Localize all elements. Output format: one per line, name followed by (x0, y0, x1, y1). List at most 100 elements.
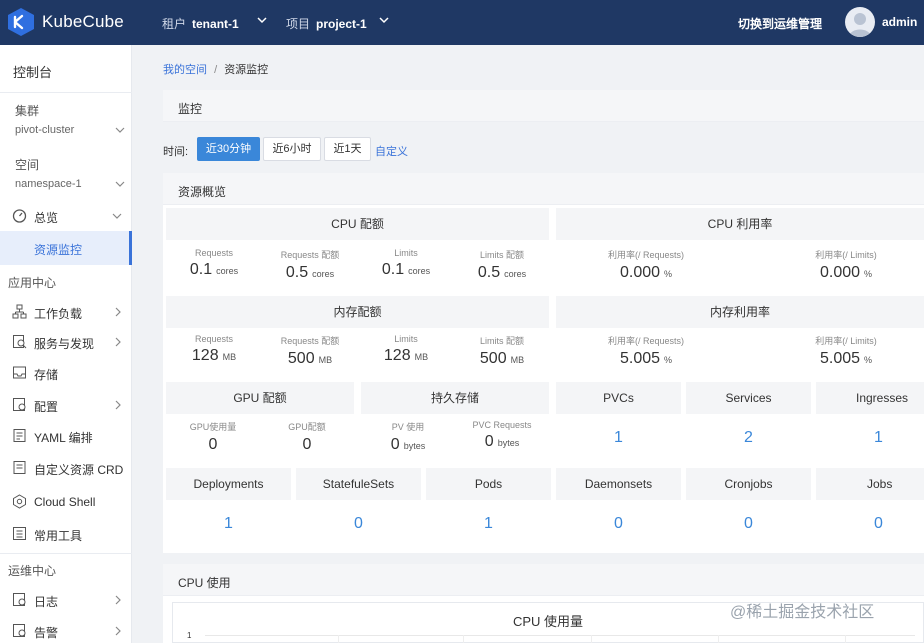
cpu-usage-card: CPU 利用率 利用率(/ Requests) 0.000% 利用率(/ Limi… (556, 208, 924, 293)
card-title: CPU 配额 (331, 217, 384, 231)
stat-cpu-limits-quota: Limits 配额 0.5 cores (477, 250, 527, 281)
sidebar-item-yaml[interactable]: YAML 编排 (0, 423, 132, 449)
storage-icon (13, 366, 26, 379)
chevron-right-icon (115, 626, 121, 636)
sidebar-item-label: YAML 编排 (34, 431, 93, 445)
breadcrumb-home-link[interactable]: 我的空间 (163, 64, 207, 76)
sidebar-item-cloud-shell[interactable]: Cloud Shell (0, 489, 132, 515)
sidebar-item-overview[interactable]: 总览 (0, 203, 132, 229)
chevron-down-icon[interactable] (115, 125, 125, 135)
card-title: Deployments (193, 477, 264, 491)
card-title: Jobs (867, 477, 893, 491)
stat-cpu-requests: Requests 0.1 cores (189, 248, 239, 278)
cronjobs-count-card[interactable]: Cronjobs 0 (686, 468, 811, 548)
sidebar: 控制台 集群 pivot-cluster 空间 namespace-1 总览 资… (0, 45, 132, 643)
service-discovery-icon (13, 335, 27, 349)
chevron-right-icon (115, 400, 121, 410)
cluster-select[interactable]: pivot-cluster (15, 124, 74, 136)
time-option-1d[interactable]: 近1天 (324, 137, 371, 161)
ingresses-count-card[interactable]: Ingresses 1 (816, 382, 924, 462)
card-title: Pods (474, 477, 503, 491)
sidebar-item-storage[interactable]: 存储 (0, 360, 132, 386)
project-label: 项目 (286, 17, 311, 31)
breadcrumb-current: 资源监控 (224, 64, 269, 76)
chevron-down-icon[interactable] (115, 179, 125, 189)
card-title: GPU 配额 (233, 391, 287, 405)
namespace-label: 空间 (15, 158, 40, 172)
divider (0, 553, 132, 554)
sidebar-item-label: 工作负载 (34, 307, 83, 321)
chevron-down-icon[interactable] (378, 13, 390, 27)
alert-icon (13, 624, 26, 637)
tenant-selector[interactable]: 租户 tenant-1 (162, 15, 239, 32)
time-option-custom[interactable]: 自定义 (375, 143, 408, 159)
namespace-select[interactable]: namespace-1 (15, 178, 82, 190)
chevron-right-icon (115, 337, 121, 347)
daemonsets-count-card[interactable]: Daemonsets 0 (556, 468, 681, 548)
sidebar-item-alerts[interactable]: 告警 (0, 618, 132, 643)
stat-mem-usage-limits: 利用率(/ Limits) 5.005% (815, 336, 877, 367)
sidebar-item-label: 自定义资源 CRD (34, 463, 124, 477)
jobs-count-card[interactable]: Jobs 0 (816, 468, 924, 548)
chevron-right-icon (115, 307, 121, 317)
time-option-6h[interactable]: 近6小时 (263, 137, 321, 161)
count-value: 1 (614, 429, 623, 446)
deployments-count-card[interactable]: Deployments 1 (166, 468, 291, 548)
sidebar-item-label: 总览 (34, 211, 59, 225)
sidebar-item-services[interactable]: 服务与发现 (0, 329, 132, 355)
count-value: 2 (744, 429, 753, 446)
count-value: 1 (874, 429, 883, 446)
avatar[interactable] (845, 7, 875, 37)
time-range-selector: 时间: 近30分钟 近6小时 近1天 自定义 (163, 137, 924, 161)
cpu-quota-card: CPU 配额 Requests 0.1 cores Requests 配额 0.5 co… (166, 208, 549, 293)
console-title: 控制台 (13, 65, 53, 80)
tenant-label: 租户 (162, 17, 187, 31)
sidebar-item-label: 告警 (34, 626, 59, 640)
sidebar-item-tools[interactable]: 常用工具 (0, 521, 132, 547)
persistent-storage-card: 持久存储 PV 使用 0 bytes PVC Requests 0 bytes (361, 382, 549, 462)
brand-name[interactable]: KubeCube (42, 12, 124, 32)
sidebar-item-crd[interactable]: 自定义资源 CRD (0, 455, 132, 481)
sidebar-item-label: 服务与发现 (34, 337, 95, 351)
stat-pvc-requests: PVC Requests 0 bytes (472, 420, 532, 450)
project-selector[interactable]: 项目 project-1 (286, 15, 367, 32)
card-title: Ingresses (856, 391, 909, 405)
stat-cpu-limits: Limits 0.1 cores (381, 248, 431, 278)
card-title: Daemonsets (584, 477, 653, 491)
pvcs-count-card[interactable]: PVCs 1 (556, 382, 681, 462)
stat-cpu-usage-limits: 利用率(/ Limits) 0.000% (815, 250, 877, 281)
statefulsets-count-card[interactable]: StatefuleSets 0 (296, 468, 421, 548)
username[interactable]: admin (882, 15, 917, 29)
stat-mem-usage-requests: 利用率(/ Requests) 5.005% (607, 336, 685, 367)
stat-mem-requests: Requests 128 MB (191, 334, 237, 364)
stat-cpu-usage-requests: 利用率(/ Requests) 0.000% (607, 250, 685, 281)
count-value: 1 (484, 515, 493, 532)
time-option-30min[interactable]: 近30分钟 (197, 137, 260, 161)
card-title: PVCs (603, 391, 634, 405)
stat-cpu-requests-quota: Requests 配额 0.5 cores (280, 250, 340, 281)
chart-gridline (591, 635, 592, 643)
count-value: 0 (874, 515, 883, 532)
shell-hexagon-icon (13, 494, 26, 509)
services-count-card[interactable]: Services 2 (686, 382, 811, 462)
kubecube-logo-icon[interactable] (6, 7, 36, 37)
sidebar-item-resource-monitor[interactable]: 资源监控 (0, 231, 132, 265)
gpu-quota-card: GPU 配额 GPU使用量 0 GPU配额 0 (166, 382, 354, 462)
sidebar-item-config[interactable]: 配置 (0, 392, 132, 418)
card-title: 内存配额 (333, 305, 382, 319)
count-value: 0 (614, 515, 623, 532)
main-content: 我的空间 / 资源监控 监控 时间: 近30分钟 近6小时 近1天 自定义 资源… (132, 45, 924, 643)
count-value: 0 (744, 515, 753, 532)
stat-gpu-quota: GPU配额 0 (288, 422, 326, 453)
tenant-value: tenant-1 (192, 17, 239, 31)
sidebar-item-label: 日志 (34, 595, 59, 609)
sidebar-item-label: 存储 (34, 368, 59, 382)
document-icon (13, 429, 26, 442)
count-value: 0 (354, 515, 363, 532)
sidebar-item-logs[interactable]: 日志 (0, 587, 132, 613)
sidebar-item-workloads[interactable]: 工作负载 (0, 299, 132, 325)
switch-to-ops-link[interactable]: 切换到运维管理 (738, 15, 822, 32)
pods-count-card[interactable]: Pods 1 (426, 468, 551, 548)
stat-mem-limits-quota: Limits 配额 500 MB (479, 336, 525, 367)
chevron-down-icon[interactable] (256, 13, 268, 27)
